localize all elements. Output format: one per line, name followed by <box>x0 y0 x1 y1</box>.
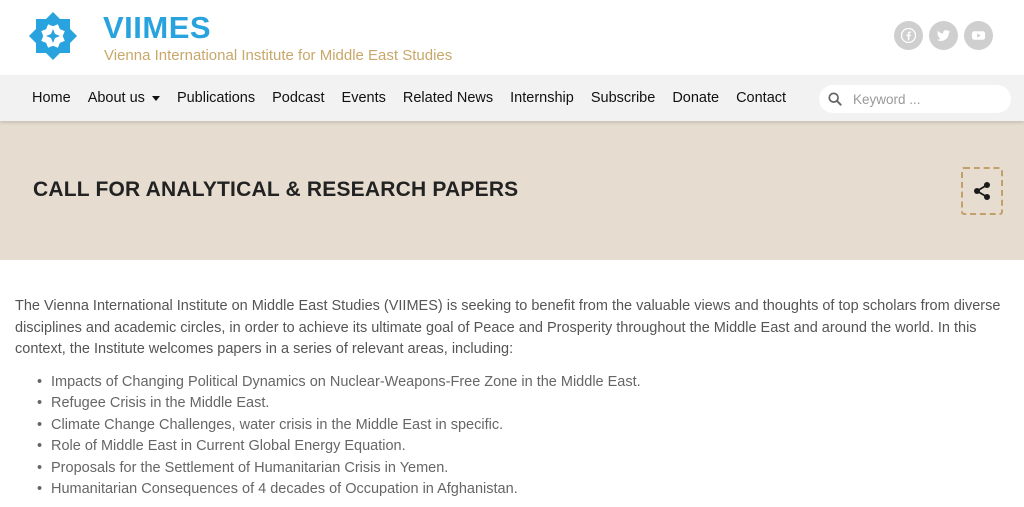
list-item: Climate Change Challenges, water crisis … <box>37 415 1009 437</box>
nav-item-label: Internship <box>510 90 574 106</box>
nav-item-events[interactable]: Events <box>342 90 386 106</box>
list-item: Impacts of Changing Political Dynamics o… <box>37 372 1009 394</box>
page-banner: CALL FOR ANALYTICAL & RESEARCH PAPERS <box>0 121 1024 260</box>
search-box[interactable] <box>819 85 1011 113</box>
nav-item-about-us[interactable]: About us <box>88 90 160 106</box>
nav-item-internship[interactable]: Internship <box>510 90 574 106</box>
nav-item-label: Publications <box>176 90 256 106</box>
nav-item-podcast[interactable]: Podcast <box>272 90 324 106</box>
chevron-down-icon <box>151 95 160 101</box>
main-content: The Vienna International Institute on Mi… <box>0 260 1024 501</box>
facebook-icon[interactable] <box>894 21 923 50</box>
list-item: Role of Middle East in Current Global En… <box>37 436 1009 458</box>
brand-name[interactable]: VIIMES <box>103 10 211 46</box>
page-title: CALL FOR ANALYTICAL & RESEARCH PAPERS <box>33 178 519 201</box>
nav-item-label: Contact <box>736 90 787 106</box>
nav-item-publications[interactable]: Publications <box>177 90 255 106</box>
nav-item-label: Related News <box>402 90 494 106</box>
nav-item-donate[interactable]: Donate <box>672 90 719 106</box>
nav-item-contact[interactable]: Contact <box>736 90 786 106</box>
nav-item-label: Subscribe <box>590 90 656 106</box>
logo-icon[interactable] <box>24 7 82 65</box>
youtube-icon[interactable] <box>964 21 993 50</box>
main-nav: Home About us Publications Podcast Event… <box>0 75 1024 121</box>
nav-item-label: Home <box>32 90 71 106</box>
nav-item-label: Donate <box>672 90 720 106</box>
nav-item-label: Podcast <box>272 90 325 106</box>
brand-subtitle: Vienna International Institute for Middl… <box>104 47 453 64</box>
nav-item-subscribe[interactable]: Subscribe <box>591 90 655 106</box>
social-links <box>894 21 993 50</box>
intro-paragraph: The Vienna International Institute on Mi… <box>15 298 1001 357</box>
nav-menu: Home About us Publications Podcast Event… <box>0 90 803 106</box>
site-header: VIIMES Vienna International Institute fo… <box>0 0 1024 75</box>
nav-item-label: Events <box>341 90 386 106</box>
list-item: Proposals for the Settlement of Humanita… <box>37 458 1009 480</box>
twitter-icon[interactable] <box>929 21 958 50</box>
list-item: Humanitarian Consequences of 4 decades o… <box>37 479 1009 501</box>
share-icon <box>974 182 990 200</box>
nav-item-home[interactable]: Home <box>32 90 71 106</box>
search-input[interactable] <box>851 90 995 108</box>
nav-item-label: About us <box>87 90 145 106</box>
share-button[interactable] <box>961 167 1003 215</box>
list-item: Refugee Crisis in the Middle East. <box>37 393 1009 415</box>
search-icon <box>828 92 842 106</box>
topics-list: Impacts of Changing Political Dynamics o… <box>37 372 1009 501</box>
nav-item-related-news[interactable]: Related News <box>403 90 493 106</box>
